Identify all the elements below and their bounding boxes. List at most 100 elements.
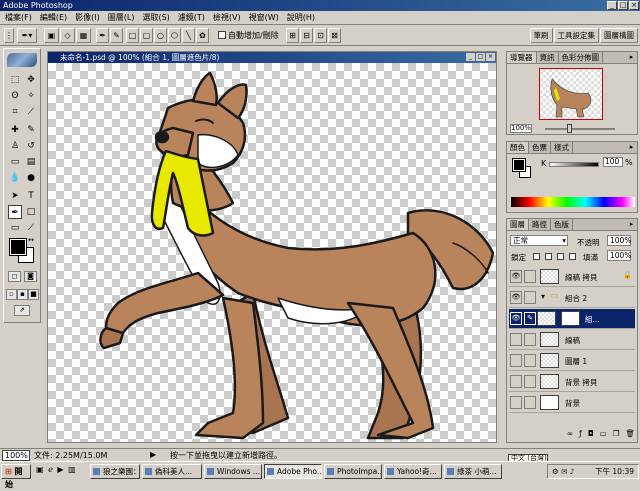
eye-icon[interactable]: 👁 <box>510 312 522 325</box>
swap-colors-icon[interactable]: ↔ <box>26 235 36 245</box>
close-button[interactable]: × <box>629 1 639 10</box>
subtract-path-icon[interactable]: ⊟ <box>300 28 313 43</box>
doc-close-button[interactable]: × <box>486 53 495 61</box>
new-layer-icon[interactable]: ❐ <box>613 429 620 440</box>
expand-triangle-icon[interactable]: ▾ <box>541 292 545 301</box>
menu-help[interactable]: 說明(H) <box>286 12 316 23</box>
pen-tool-active-icon[interactable]: ✒ <box>8 205 22 219</box>
link-slot-icon[interactable] <box>524 375 536 388</box>
tab-paths[interactable]: 路徑 <box>529 219 551 230</box>
maximize-button[interactable]: □ <box>618 1 628 10</box>
navigator-zoom-knob[interactable] <box>567 124 572 133</box>
exclude-path-icon[interactable]: ⊠ <box>328 28 341 43</box>
fill-field[interactable]: 100% <box>607 250 631 261</box>
eye-icon[interactable] <box>510 354 522 367</box>
eyedropper-tool-icon[interactable]: ⟋ <box>24 221 38 235</box>
doc-maximize-button[interactable]: □ <box>476 53 485 61</box>
menu-view[interactable]: 檢視(V) <box>212 12 242 23</box>
auto-add-delete-checkbox[interactable] <box>218 31 226 39</box>
lock-transparency-icon[interactable] <box>533 253 540 260</box>
link-slot-icon[interactable] <box>524 354 536 367</box>
healing-brush-icon[interactable]: ✚ <box>8 123 22 137</box>
photoshop-feather-icon[interactable] <box>7 53 37 67</box>
color-menu-icon[interactable]: ▸ <box>627 143 636 152</box>
line-shape-icon[interactable]: ╲ <box>182 28 195 43</box>
menu-image[interactable]: 影像(I) <box>74 12 101 23</box>
layer-row[interactable]: 👁 線稿 拷貝 🔒 <box>509 267 635 287</box>
layer-mask-thumbnail[interactable] <box>561 311 580 326</box>
layer-row-selected[interactable]: 👁 ✎ 組... <box>509 309 635 329</box>
taskbar-item[interactable]: 綠茶 小萌... <box>444 464 502 479</box>
taskbar-item[interactable]: Yahoo!奇... <box>384 464 442 479</box>
taskbar-item[interactable]: 狼之樂園：... <box>90 464 140 479</box>
ellipse-shape-icon[interactable]: ○ <box>154 28 167 43</box>
taskbar-item-active[interactable]: Adobe Pho... <box>264 464 322 479</box>
taskbar-item[interactable]: 偽科美人... <box>142 464 202 479</box>
eye-icon[interactable]: 👁 <box>510 270 522 283</box>
type-tool-icon[interactable]: T <box>24 189 38 203</box>
custom-shape-icon[interactable]: ✿ <box>196 28 209 43</box>
doc-minimize-button[interactable]: _ <box>466 53 475 61</box>
link-slot-icon[interactable] <box>524 396 536 409</box>
palette-well-tab-tool-presets[interactable]: 工具設定集 <box>553 28 599 43</box>
lock-all-icon[interactable] <box>569 253 576 260</box>
status-menu-arrow-icon[interactable]: ▶ <box>150 450 156 459</box>
new-group-icon[interactable]: ▭ <box>600 429 607 440</box>
layer-row[interactable]: 圖層 1 <box>509 351 635 371</box>
link-slot-icon[interactable] <box>524 291 536 304</box>
link-layers-icon[interactable]: ∞ <box>567 429 573 440</box>
palette-well-tab-brushes[interactable]: 筆刷 <box>529 28 553 43</box>
screen-mode-full-menu-icon[interactable]: ▪ <box>17 289 28 300</box>
brush-icon[interactable]: ✎ <box>524 312 536 325</box>
layer-style-icon[interactable]: ƒ <box>579 429 582 440</box>
menu-edit[interactable]: 編輯(E) <box>39 12 68 23</box>
lock-pixels-icon[interactable] <box>545 253 552 260</box>
foreground-color-swatch[interactable] <box>9 238 27 256</box>
lasso-tool-icon[interactable]: ʘ <box>8 89 22 103</box>
brush-tool-icon[interactable]: ✎ <box>24 123 38 137</box>
link-slot-icon[interactable] <box>524 333 536 346</box>
notes-tool-icon[interactable]: ▭ <box>8 221 22 235</box>
menu-window[interactable]: 視窗(W) <box>248 12 280 23</box>
menu-file[interactable]: 檔案(F) <box>4 12 33 23</box>
color-k-slider[interactable] <box>549 162 599 167</box>
crop-tool-icon[interactable]: ⌗ <box>8 105 22 119</box>
zoom-field[interactable]: 100% <box>2 450 30 461</box>
layer-row[interactable]: 線稿 <box>509 330 635 350</box>
shape-tool-icon[interactable]: □ <box>24 205 38 219</box>
screen-mode-standard-icon[interactable]: ▫ <box>6 289 17 300</box>
navigator-zoom-slider[interactable] <box>545 128 615 130</box>
tab-channels[interactable]: 色版 <box>551 219 573 230</box>
palette-well-tab-layer-comps[interactable]: 圖層構圖 <box>600 28 638 43</box>
eye-icon[interactable] <box>510 396 522 409</box>
navigator-menu-icon[interactable]: ▸ <box>627 53 636 62</box>
tool-preset-picker[interactable]: ✒▾ <box>17 28 37 43</box>
clone-stamp-icon[interactable]: ♙ <box>8 139 22 153</box>
explorer-icon[interactable]: ▥ <box>68 465 77 474</box>
taskbar-item[interactable]: PhotoImpa... <box>324 464 382 479</box>
slice-tool-icon[interactable]: ⟋ <box>24 105 38 119</box>
fill-pixels-icon[interactable]: ▦ <box>76 28 91 43</box>
desktop-icon[interactable]: ▣ <box>36 465 45 474</box>
menu-layer[interactable]: 圖層(L) <box>107 12 136 23</box>
eye-icon[interactable] <box>510 375 522 388</box>
polygon-shape-icon[interactable]: ⬡ <box>168 28 181 43</box>
minimize-button[interactable]: _ <box>607 1 617 10</box>
tab-swatches[interactable]: 色票 <box>529 142 551 153</box>
tab-layers[interactable]: 圖層 <box>507 219 529 230</box>
start-button[interactable]: ⊞ 開始 <box>1 464 31 489</box>
eraser-tool-icon[interactable]: ▭ <box>8 155 22 169</box>
tab-info[interactable]: 資訊 <box>537 52 559 63</box>
menu-select[interactable]: 選取(S) <box>141 12 170 23</box>
navigator-zoom-field[interactable]: 100% <box>510 124 532 133</box>
freeform-pen-icon[interactable]: ✎ <box>110 28 123 43</box>
canvas[interactable] <box>48 63 496 442</box>
taskbar-item[interactable]: Windows ... <box>204 464 262 479</box>
tab-styles[interactable]: 樣式 <box>551 142 573 153</box>
layers-menu-icon[interactable]: ▸ <box>627 220 636 229</box>
link-slot-icon[interactable] <box>524 270 536 283</box>
lock-position-icon[interactable] <box>557 253 564 260</box>
rounded-rectangle-icon[interactable]: ▢ <box>140 28 153 43</box>
navigator-thumbnail[interactable] <box>539 68 603 120</box>
marquee-tool-icon[interactable]: ⬚ <box>8 73 22 87</box>
